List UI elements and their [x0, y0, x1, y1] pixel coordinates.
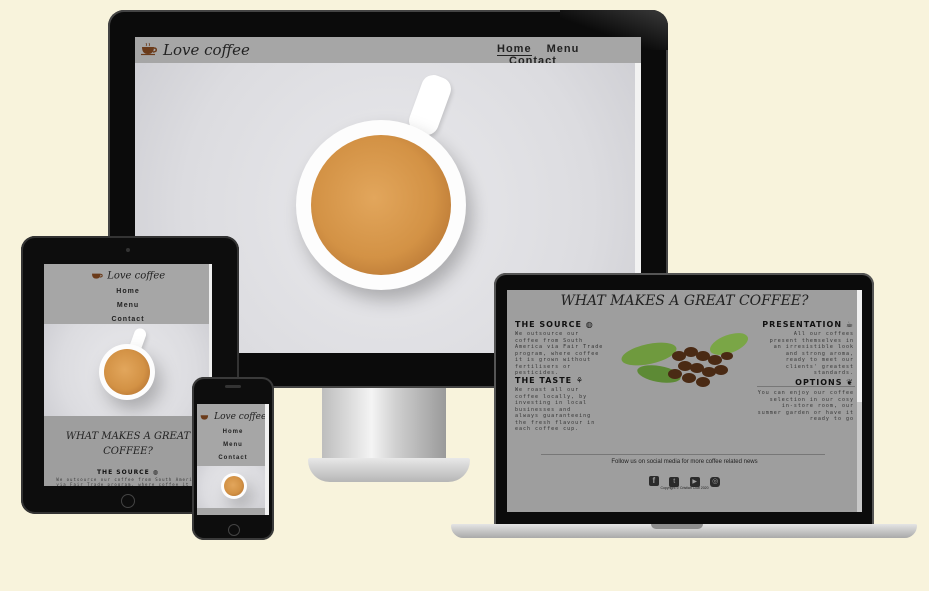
tablet-nav-home[interactable]: Home: [44, 285, 212, 299]
tablet-section-heading: WHAT MAKES A GREAT COFFEE?: [65, 431, 191, 457]
tablet-nav-menu[interactable]: Menu: [44, 299, 212, 313]
phone-brand: Love coffee: [214, 412, 267, 422]
tablet-screen: Love coffee Home Menu Contact WHAT MAKES…: [44, 264, 212, 486]
seedling-icon: ⚘: [575, 376, 585, 385]
tablet-home-button: [121, 494, 135, 508]
laptop-screen: WHAT MAKES A GREAT COFFEE? THE SOURCE ◍ …: [507, 290, 862, 512]
phone-nav-contact[interactable]: Contact: [197, 452, 269, 465]
phone-home-button: [228, 524, 240, 536]
phone-screen: Love coffee Home Menu Contact: [197, 404, 269, 515]
coffee-crema: [104, 349, 150, 395]
phone-mockup: Love coffee Home Menu Contact: [192, 377, 274, 540]
presentation-title: PRESENTATION ☕: [762, 320, 854, 329]
coffee-cup-logo-icon: [200, 408, 210, 426]
footer-divider: [541, 454, 825, 455]
coffee-mug-icon: ☕: [845, 320, 854, 329]
phone-nav-home[interactable]: Home: [197, 426, 269, 439]
taste-title: THE TASTE ⚘: [515, 376, 585, 385]
footer-follow-text: Follow us on social media for more coffe…: [611, 459, 758, 465]
coffee-beans-image: [619, 326, 759, 396]
source-text: We outsource our coffee from South Ameri…: [515, 331, 604, 376]
desktop-navbar: Love coffee Home Menu Contact: [135, 37, 641, 67]
taste-text: We roast all our coffee locally, by inve…: [515, 387, 596, 432]
tablet-logo[interactable]: Love coffee: [44, 267, 212, 285]
tablet-brand: Love coffee: [107, 270, 166, 282]
tablet-camera: [126, 248, 130, 252]
phone-nav-menu[interactable]: Menu: [197, 439, 269, 452]
nav-menu-link[interactable]: Menu: [547, 43, 580, 55]
phone-hero-image: [197, 466, 269, 508]
brand-logo[interactable]: Love coffee: [163, 41, 250, 59]
presentation-text: All our coffees present themselves in an…: [769, 331, 854, 376]
options-text: You can enjoy our coffee selection in ou…: [757, 390, 854, 422]
tablet-source-title: THE SOURCE ◍: [96, 469, 160, 476]
globe-icon: ◍: [585, 320, 594, 329]
monitor-base: [308, 458, 470, 482]
phone-logo[interactable]: Love coffee: [197, 408, 269, 426]
coffee-cup-logo-icon: [91, 267, 103, 285]
monitor-stand: [322, 385, 446, 463]
coffee-cup-logo-icon[interactable]: [141, 42, 157, 56]
tablet-source-text: We outsource our coffee from South Ameri…: [56, 477, 200, 486]
coffee-crema: [224, 476, 244, 496]
options-title: OPTIONS ❦: [795, 378, 854, 387]
facebook-icon[interactable]: f: [648, 476, 659, 486]
phone-speaker: [225, 385, 241, 388]
phone-scrollbar[interactable]: [265, 404, 269, 515]
laptop-scrollbar[interactable]: [857, 290, 862, 512]
footer-copyright: Copyright © Cristian Ciuti 2020: [660, 486, 709, 490]
leaf-icon: ❦: [846, 378, 854, 387]
laptop-section-heading: WHAT MAKES A GREAT COFFEE?: [560, 293, 809, 309]
tablet-nav: Love coffee Home Menu Contact: [44, 264, 212, 324]
coffee-crema: [311, 135, 451, 275]
globe-icon: ◍: [152, 469, 160, 476]
source-title: THE SOURCE ◍: [515, 320, 594, 329]
tablet-hero-image: [44, 324, 212, 416]
